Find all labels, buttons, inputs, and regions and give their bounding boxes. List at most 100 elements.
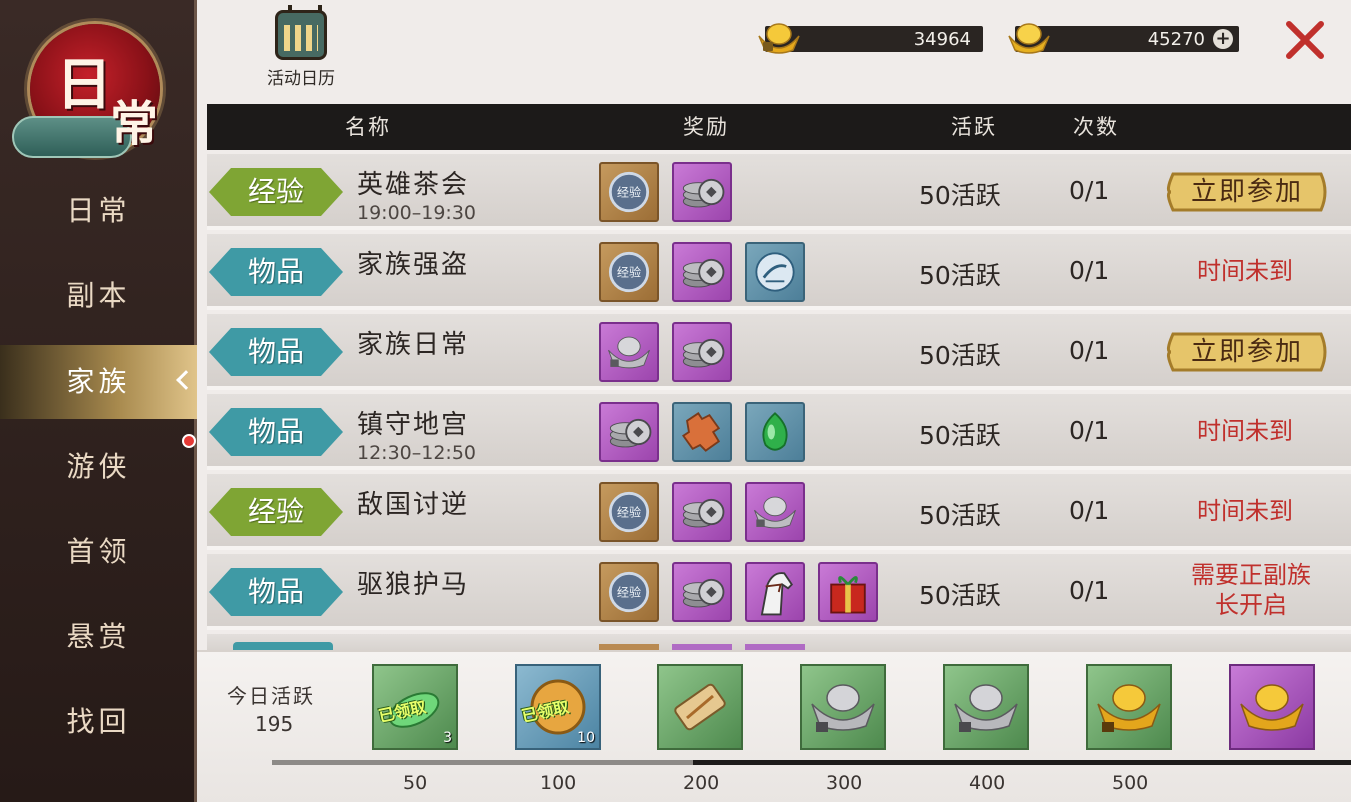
calendar-icon [275,5,327,60]
chest-count: 10 [577,730,595,746]
activity-name: 驱狼护马 [357,570,470,600]
tag-badge: 物品 [209,246,343,298]
sidebar-item-daily[interactable]: 日常 [0,174,197,248]
sidebar-item-label: 日常 [66,194,131,227]
close-icon[interactable] [1283,18,1327,62]
sidebar: 日 常 日常 副本 家族 游侠 首领 悬赏 找回 [0,0,197,802]
reward-chest-500[interactable] [1086,664,1172,750]
join-label: 立即参加 [1190,177,1303,207]
activity-points: 50活跃 [919,501,1001,530]
activity-count: 0/1 [1069,576,1110,605]
gold-ingot-icon [1240,684,1304,731]
sidebar-item-bounty[interactable]: 悬赏 [0,600,197,674]
activity-count: 0/1 [1069,496,1110,525]
exp-reward-icon[interactable] [599,482,659,542]
tag-badge: 物品 [209,406,343,458]
jade-reward-icon[interactable] [745,402,805,462]
exp-reward-icon[interactable] [599,562,659,622]
coin-reward-icon[interactable] [672,242,732,302]
join-button[interactable]: 立即参加 [1161,164,1333,220]
activity-points: 50活跃 [919,421,1001,450]
activity-count: 0/1 [1069,256,1110,285]
activity-points: 50活跃 [919,341,1001,370]
activity-name: 家族强盗 [357,250,470,280]
join-button[interactable]: 立即参加 [1161,324,1333,380]
table-row: 经验 敌国讨逆 50活跃 0/1 时间未到 [207,474,1351,550]
currency-value-2: 45270 [1147,29,1205,50]
reward-chest-400[interactable] [943,664,1029,750]
tag-badge: 经验 [209,486,343,538]
sidebar-item-family[interactable]: 家族 [0,345,197,419]
milestone-label: 400 [969,772,1006,794]
activity-count: 0/1 [1069,336,1110,365]
table-row: 物品 家族强盗 50活跃 0/1 时间未到 [207,234,1351,310]
activity-points: 50活跃 [919,181,1001,210]
table-row: 物品 镇守地宫 12:30–12:50 50活跃 0/1 时间未到 [207,394,1351,470]
sidebar-item-label: 游侠 [66,450,131,483]
coin-reward-icon[interactable] [599,402,659,462]
silver-ingot-icon [954,684,1018,732]
exp-reward-icon[interactable] [599,162,659,222]
table-row: 物品 驱狼护马 50活跃 0/1 需要正副族长开启 [207,554,1351,630]
activity-progress-fill [272,760,693,765]
gold-ingot-icon [758,23,800,54]
reward-chest-200[interactable] [657,664,743,750]
coin-reward-icon[interactable] [672,322,732,382]
status-text: 需要正副族长开启 [1191,561,1311,619]
sidebar-item-ranger[interactable]: 游侠 [0,430,197,504]
coin-reward-icon[interactable] [672,162,732,222]
tag-badge: 物品 [209,326,343,378]
silver-ingot-reward-icon[interactable] [599,322,659,382]
emblem-char-1: 日 [56,52,112,118]
horse-reward-icon[interactable] [745,562,805,622]
tag-label: 物品 [247,575,304,608]
activity-name: 镇守地宫 [357,410,470,440]
chevron-right-icon [176,370,196,390]
sidebar-item-dungeon[interactable]: 副本 [0,259,197,333]
milestone-label: 100 [540,772,577,794]
header-active: 活跃 [951,115,997,139]
tag-badge: 物品 [209,566,343,618]
tag-label: 物品 [247,255,304,288]
status-text: 时间未到 [1197,417,1293,445]
token-reward-icon[interactable] [745,242,805,302]
reward-chest-100[interactable]: 已领取 10 [515,664,601,750]
activity-name: 英雄茶会 [357,170,470,200]
reward-chest-300[interactable] [800,664,886,750]
currency-value-1: 34964 [913,29,971,50]
table-row: 经验 英雄茶会 19:00–19:30 50活跃 0/1 立即参加 [207,154,1351,230]
notification-dot [182,434,196,448]
milestone-label: 50 [403,772,428,794]
activity-calendar-button[interactable]: 活动日历 [253,5,349,90]
header-count: 次数 [1073,115,1119,139]
today-activity-label: 今日活跃 [227,684,315,708]
gold-ingot-icon [1097,684,1161,732]
gift-box-reward-icon[interactable] [818,562,878,622]
sidebar-item-label: 家族 [66,365,131,398]
sidebar-item-retrieve[interactable]: 找回 [0,685,197,759]
coin-reward-icon[interactable] [672,562,732,622]
puzzle-piece-reward-icon[interactable] [672,402,732,462]
main-panel: 活动日历 34964 45270 + 名称 奖励 活跃 次数 经验 英雄茶会 1… [197,0,1351,802]
join-label: 立即参加 [1190,337,1303,367]
scroll-icon [674,683,726,731]
milestone-label: 500 [1112,772,1149,794]
silver-ingot-reward-icon[interactable] [745,482,805,542]
status-text: 时间未到 [1197,257,1293,285]
add-currency-button[interactable]: + [1213,29,1233,49]
header-name: 名称 [345,115,391,139]
reward-chest-50[interactable]: 已领取 3 [372,664,458,750]
exp-reward-icon[interactable] [599,242,659,302]
calendar-label: 活动日历 [267,69,335,89]
activity-count: 0/1 [1069,176,1110,205]
activity-points: 50活跃 [919,261,1001,290]
activity-name: 敌国讨逆 [357,490,470,520]
currency-silver-display: 34964 [758,23,983,54]
gold-ingot-icon [1008,23,1050,54]
reward-chest-final[interactable] [1229,664,1315,750]
top-bar: 活动日历 34964 45270 + [197,0,1351,100]
activity-progress-bar [272,760,1351,765]
tag-label: 经验 [247,175,304,208]
sidebar-item-boss[interactable]: 首领 [0,515,197,589]
coin-reward-icon[interactable] [672,482,732,542]
